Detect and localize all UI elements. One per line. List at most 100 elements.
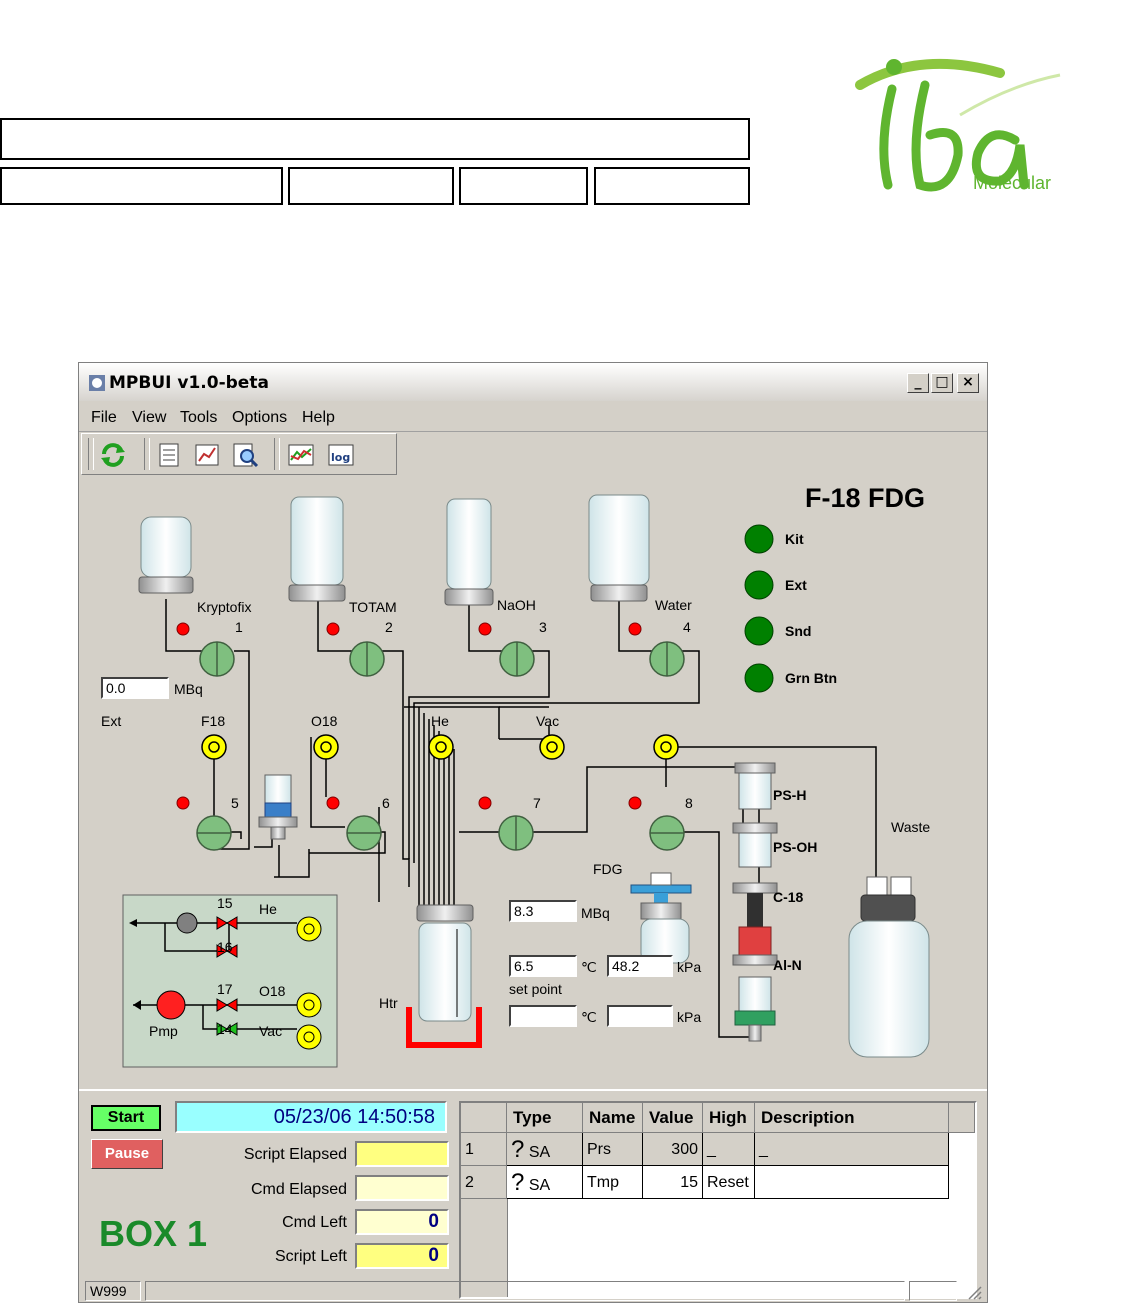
cell-name[interactable]: Prs	[583, 1133, 643, 1166]
set-temperature-field[interactable]	[509, 1005, 577, 1027]
grid-header-value[interactable]: Value	[643, 1103, 703, 1133]
valve-number: 16	[217, 939, 233, 955]
cell-name[interactable]: Tmp	[583, 1166, 643, 1199]
trend-icon[interactable]	[286, 440, 316, 470]
fdg-activity-field[interactable]: 8.3	[509, 900, 577, 922]
menu-tools[interactable]: Tools	[180, 409, 217, 427]
valve-number: 6	[382, 795, 390, 811]
status-message	[145, 1281, 905, 1301]
valve-number: 4	[683, 619, 691, 635]
refresh-icon[interactable]	[98, 440, 128, 470]
fdg-vial	[630, 872, 692, 964]
vial-totam	[288, 496, 346, 602]
vial-kryptofix	[138, 516, 194, 594]
valve-number: 8	[685, 795, 693, 811]
cell-high[interactable]: _	[703, 1133, 755, 1166]
toolbar-grip	[88, 438, 94, 470]
row-number[interactable]: 2	[461, 1166, 507, 1199]
set-point-label: set point	[509, 981, 562, 997]
valve-number: 3	[539, 619, 547, 635]
cell-value[interactable]: 300	[643, 1133, 703, 1166]
table-row[interactable]: ? SA	[507, 1166, 583, 1199]
search-icon[interactable]	[230, 440, 260, 470]
window-title: MPBUI v1.0-beta	[109, 373, 269, 393]
temperature-field[interactable]: 6.5	[509, 955, 577, 977]
diagram-graphics	[122, 494, 930, 1068]
header-field-3	[459, 167, 588, 205]
heater-vial	[406, 904, 482, 1048]
grid-header-high[interactable]: High	[703, 1103, 755, 1133]
label-water: Water	[655, 597, 692, 613]
cmd-elapsed-label: Cmd Elapsed	[250, 1181, 347, 1198]
light-label-grn-btn: Grn Btn	[785, 670, 838, 686]
label-naoh: NaOH	[497, 597, 536, 613]
vial-naoh	[444, 498, 494, 606]
port-label-vac: Vac	[536, 713, 560, 729]
temperature-unit: ℃	[581, 959, 597, 975]
svg-text:log: log	[331, 451, 350, 464]
script-elapsed-label: Script Elapsed	[243, 1146, 347, 1163]
menu-options[interactable]: Options	[232, 409, 287, 427]
pause-button[interactable]: Pause	[91, 1139, 163, 1169]
script-grid[interactable]: Type Name Value High Description 1 ? SA …	[459, 1101, 977, 1299]
waste-bottle	[848, 876, 930, 1058]
cmd-left-label: Cmd Left	[282, 1214, 347, 1231]
gas-panel-label-o18: O18	[259, 983, 286, 999]
resize-grip-icon[interactable]	[963, 1281, 983, 1301]
iba-logo: Molecular	[840, 55, 1090, 205]
cell-type: SA	[528, 1144, 551, 1161]
cell-description[interactable]	[755, 1166, 949, 1199]
label-totam: TOTAM	[349, 599, 397, 615]
menu-help[interactable]: Help	[302, 409, 335, 427]
vial-water	[588, 494, 650, 602]
maximize-button[interactable]: □	[931, 373, 953, 393]
cell-high[interactable]: Reset	[703, 1166, 755, 1199]
valve-number: 2	[385, 619, 393, 635]
unknown-status-icon: ?	[511, 1169, 525, 1196]
header-field-top	[0, 118, 750, 160]
header-field-1	[0, 167, 283, 205]
header-field-4	[594, 167, 750, 205]
grid-header-name[interactable]: Name	[583, 1103, 643, 1133]
start-button[interactable]: Start	[91, 1105, 161, 1131]
chart-icon[interactable]	[192, 440, 222, 470]
close-button[interactable]: ×	[957, 373, 979, 393]
grid-header-type[interactable]: Type	[507, 1103, 583, 1133]
grid-header-filler	[949, 1103, 975, 1133]
cell-value[interactable]: 15	[643, 1166, 703, 1199]
table-row[interactable]: ? SA	[507, 1133, 583, 1166]
pressure-unit: kPa	[677, 959, 702, 975]
cell-description[interactable]: _	[755, 1133, 949, 1166]
valve-number: 5	[231, 795, 239, 811]
waste-label: Waste	[891, 819, 931, 835]
minimize-button[interactable]: _	[907, 373, 929, 393]
menu-view[interactable]: View	[132, 409, 166, 427]
ext-activity-field[interactable]: 0.0	[101, 677, 169, 699]
script-elapsed-field	[355, 1141, 449, 1167]
light-label-snd: Snd	[785, 623, 812, 639]
control-panel: Start Pause 05/23/06 14:50:58 Script Ela…	[79, 1089, 987, 1299]
toolbar-separator	[274, 438, 280, 470]
cartridge-label-al-n: Al-N	[773, 957, 802, 973]
cmd-elapsed-field	[355, 1175, 449, 1201]
script-left-label: Script Left	[274, 1248, 347, 1265]
gas-panel-label-pump: Pmp	[149, 1023, 178, 1039]
cmd-left-field: 0	[355, 1209, 449, 1235]
log-icon[interactable]: log	[326, 440, 356, 470]
valve-number: 14	[217, 1021, 233, 1037]
status-bar: W999	[79, 1279, 987, 1302]
status-extra	[909, 1281, 957, 1301]
grid-header-description[interactable]: Description	[755, 1103, 949, 1133]
cartridge-label-ps-oh: PS-OH	[773, 839, 818, 855]
status-code: W999	[85, 1281, 141, 1301]
cell-type: SA	[528, 1177, 551, 1194]
pressure-field[interactable]: 48.2	[607, 955, 673, 977]
menu-file[interactable]: File	[91, 409, 117, 427]
row-number[interactable]: 1	[461, 1133, 507, 1166]
list-icon[interactable]	[154, 440, 184, 470]
light-label-ext: Ext	[785, 577, 807, 593]
menu-bar: File View Tools Options Help	[79, 403, 987, 432]
process-title: F-18 FDG	[805, 483, 926, 513]
set-pressure-field[interactable]	[607, 1005, 673, 1027]
title-bar[interactable]: MPBUI v1.0-beta _ □ ×	[79, 363, 987, 401]
